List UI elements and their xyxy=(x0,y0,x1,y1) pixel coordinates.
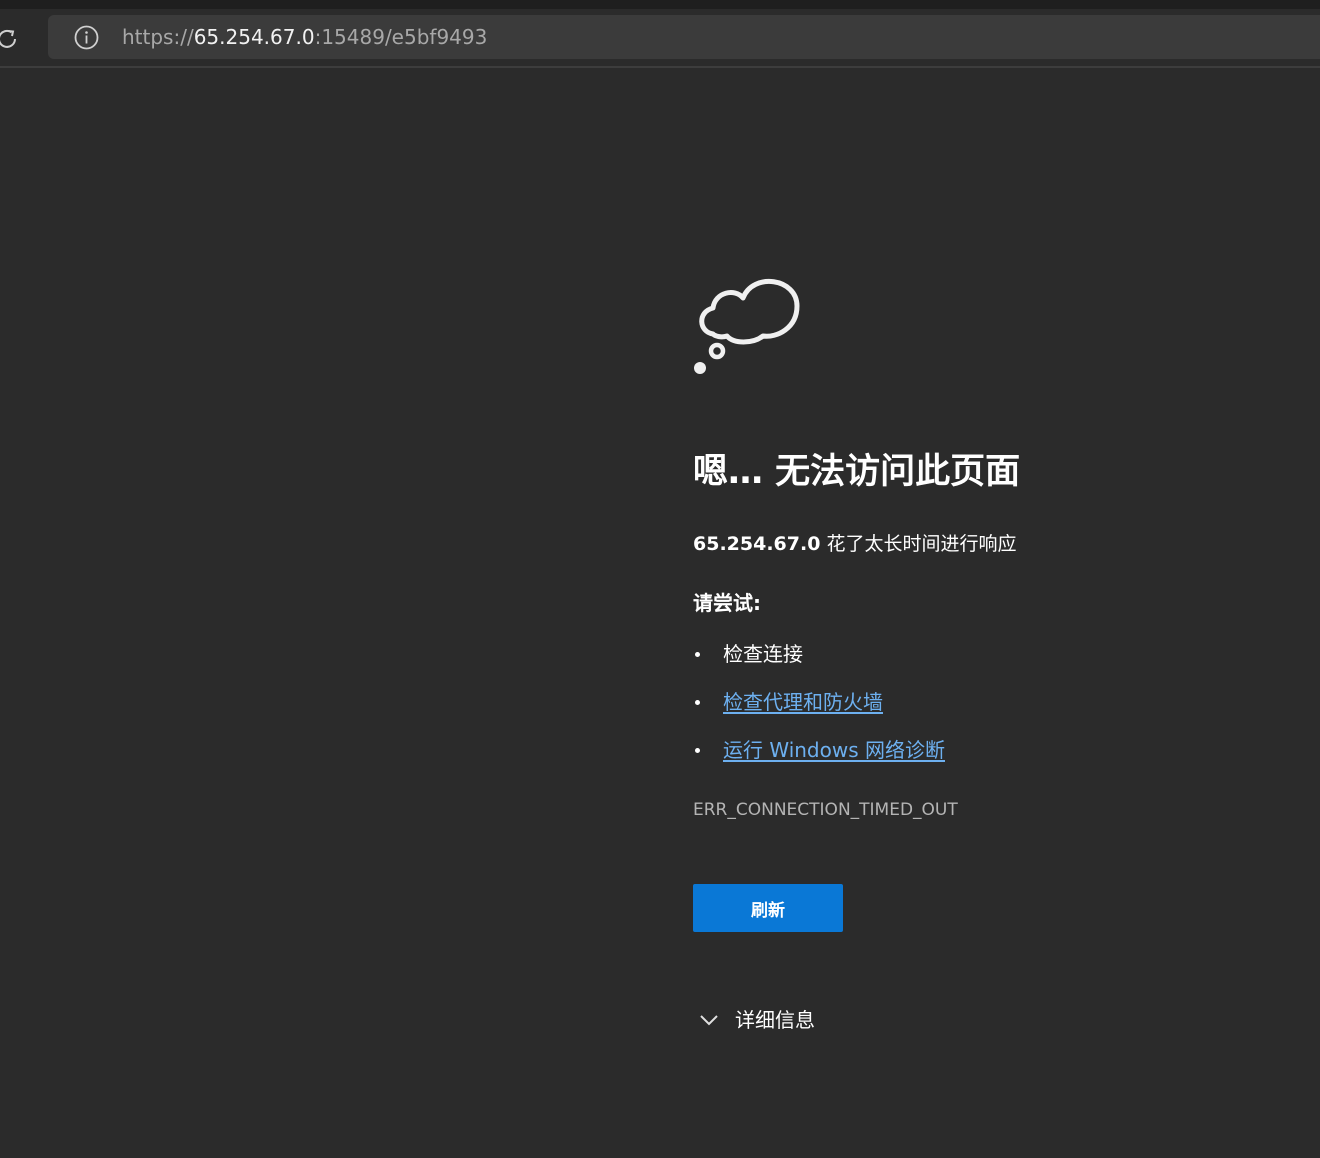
error-message: 花了太长时间进行响应 xyxy=(826,533,1017,555)
error-title: 嗯… 无法访问此页面 xyxy=(693,452,1021,492)
chevron-down-icon xyxy=(700,1015,718,1026)
run-network-diagnostics-link[interactable]: 运行 Windows 网络诊断 xyxy=(723,738,945,762)
refresh-button[interactable]: 刷新 xyxy=(693,884,843,932)
url-path: :15489/e5bf9493 xyxy=(314,25,488,49)
browser-toolbar: https://65.254.67.0:15489/e5bf9493 xyxy=(0,9,1320,68)
check-proxy-firewall-link[interactable]: 检查代理和防火墙 xyxy=(723,690,883,714)
address-bar[interactable]: https://65.254.67.0:15489/e5bf9493 xyxy=(48,15,1320,59)
thought-cloud-icon xyxy=(693,266,805,376)
try-heading: 请尝试: xyxy=(693,591,761,615)
details-toggle[interactable]: 详细信息 xyxy=(693,1004,815,1036)
url-host: 65.254.67.0 xyxy=(193,25,315,49)
error-host: 65.254.67.0 xyxy=(693,533,821,555)
info-icon[interactable] xyxy=(74,25,99,50)
suggestion-check-proxy-firewall: 检查代理和防火墙 xyxy=(693,688,945,736)
suggestion-run-diagnostics: 运行 Windows 网络诊断 xyxy=(693,736,945,784)
url-scheme: https:// xyxy=(122,25,194,49)
window-top-strip xyxy=(0,0,1320,9)
address-url[interactable]: https://65.254.67.0:15489/e5bf9493 xyxy=(122,25,487,50)
suggestion-list: 检查连接 检查代理和防火墙 运行 Windows 网络诊断 xyxy=(693,640,945,784)
suggestion-check-connection: 检查连接 xyxy=(693,640,945,688)
error-description: 65.254.67.0 花了太长时间进行响应 xyxy=(693,530,1016,558)
details-label: 详细信息 xyxy=(735,1008,815,1032)
suggestion-label: 检查连接 xyxy=(723,642,803,666)
refresh-icon[interactable] xyxy=(0,26,20,52)
error-code: ERR_CONNECTION_TIMED_OUT xyxy=(693,800,958,820)
